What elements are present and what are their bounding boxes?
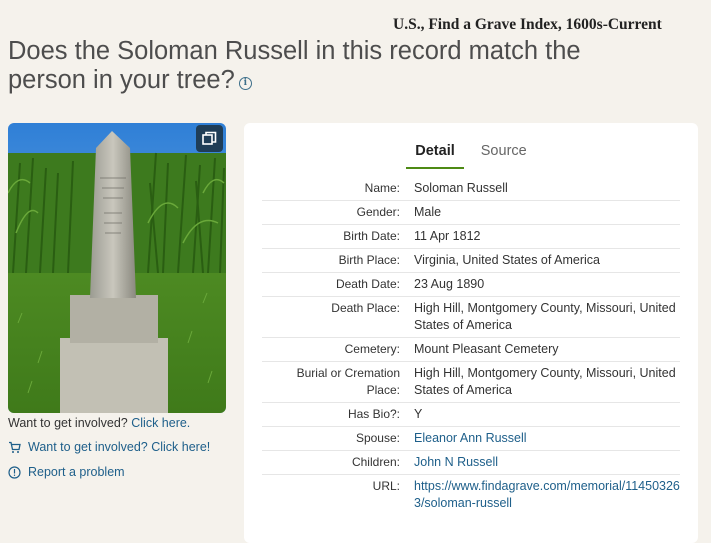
record-label: Name:: [364, 181, 400, 195]
record-label: Death Date:: [335, 277, 400, 291]
record-row: Children: John N Russell: [262, 451, 680, 475]
headstone-image: [8, 123, 226, 413]
collection-title: U.S., Find a Grave Index, 1600s-Current: [393, 16, 662, 33]
record-row: Burial or Cremation Place: High Hill, Mon…: [262, 362, 680, 403]
tab-source[interactable]: Source: [472, 143, 536, 169]
record-label: Birth Date:: [343, 229, 400, 243]
record-label: URL:: [372, 479, 400, 493]
record-row: URL: https://www.findagrave.com/memorial/…: [262, 475, 680, 515]
record-value: Mount Pleasant Cemetery: [414, 342, 559, 356]
record-label: Spouse:: [355, 431, 400, 445]
cart-involve-label: Want to get involved? Click here!: [28, 440, 211, 454]
record-label: Has Bio?:: [347, 407, 400, 421]
headstone-photo[interactable]: [8, 123, 226, 413]
expand-icon: [202, 131, 217, 145]
record-value-link[interactable]: Eleanor Ann Russell: [414, 430, 680, 447]
page-title: Does the Soloman Russell in this record …: [8, 37, 648, 95]
record-value: 23 Aug 1890: [414, 277, 485, 291]
record-value: Y: [414, 407, 423, 421]
record-row: Spouse: Eleanor Ann Russell: [262, 427, 680, 451]
report-problem-label: Report a problem: [28, 465, 125, 479]
record-value: Male: [414, 205, 442, 219]
record-row: Name: Soloman Russell: [262, 177, 680, 201]
record-row: Death Date: 23 Aug 1890: [262, 273, 680, 297]
involve-text: Want to get involved?: [8, 416, 128, 430]
record-details: Name: Soloman Russell Gender: Male Birth Dat…: [262, 177, 680, 515]
report-problem-link[interactable]: Report a problem: [8, 465, 238, 479]
record-value-link[interactable]: https://www.findagrave.com/memorial/1145…: [414, 478, 680, 512]
record-value: Virginia, United States of America: [414, 253, 600, 267]
expand-image-button[interactable]: [196, 125, 223, 152]
record-row: Birth Date: 11 Apr 1812: [262, 225, 680, 249]
record-card: Detail Source Name: Soloman Russell Gender…: [244, 123, 698, 543]
record-row: Gender: Male: [262, 201, 680, 225]
record-value: High Hill, Montgomery County, Missouri, …: [414, 301, 676, 332]
record-label: Gender:: [356, 205, 400, 219]
left-links: Want to get involved? Click here. Want t…: [8, 416, 238, 479]
record-row: Has Bio?: Y: [262, 403, 680, 427]
alert-circle-icon: [8, 465, 21, 479]
record-value: High Hill, Montgomery County, Missouri, …: [414, 366, 676, 397]
record-label: Burial or Cremation Place:: [296, 366, 400, 397]
record-label: Death Place:: [331, 301, 400, 315]
cart-icon: [9, 441, 21, 453]
record-value: 11 Apr 1812: [414, 229, 481, 243]
record-label: Cemetery:: [344, 342, 400, 356]
record-tabs: Detail Source: [244, 143, 698, 169]
info-icon[interactable]: i: [238, 77, 252, 90]
involve-line: Want to get involved? Click here.: [8, 416, 238, 430]
involve-link[interactable]: Click here.: [131, 416, 190, 430]
tab-detail[interactable]: Detail: [406, 143, 464, 169]
record-value-link[interactable]: John N Russell: [414, 454, 680, 471]
record-row: Death Place: High Hill, Montgomery County…: [262, 297, 680, 338]
record-value: Soloman Russell: [414, 181, 508, 195]
page-title-text: Does the Soloman Russell in this record …: [8, 37, 581, 94]
record-label: Birth Place:: [338, 253, 400, 267]
record-row: Birth Place: Virginia, United States of A…: [262, 249, 680, 273]
record-row: Cemetery: Mount Pleasant Cemetery: [262, 338, 680, 362]
record-label: Children:: [351, 455, 400, 469]
cart-involve-link[interactable]: Want to get involved? Click here!: [8, 440, 238, 454]
